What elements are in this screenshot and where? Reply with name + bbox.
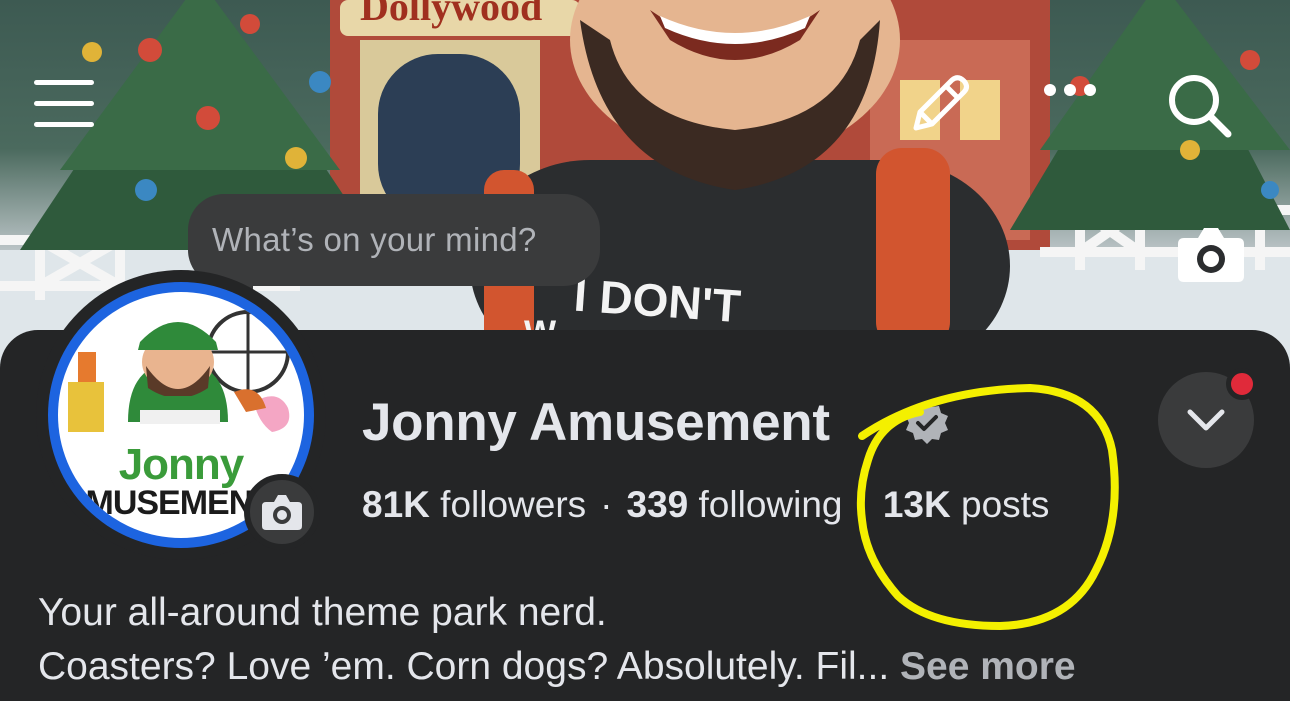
- stats-separator: ·: [600, 484, 613, 525]
- menu-button[interactable]: [32, 76, 100, 138]
- edit-profile-button[interactable]: [906, 72, 978, 144]
- following-stat[interactable]: 339 following: [627, 484, 843, 525]
- composer-placeholder: What’s on your mind?: [212, 221, 537, 258]
- profile-name: Jonny Amusement: [362, 393, 830, 452]
- cover-sign-text: Dollywood: [360, 0, 542, 29]
- following-count: 339: [626, 484, 689, 525]
- camera-icon: [1178, 228, 1244, 282]
- camera-icon: [262, 495, 302, 530]
- verified-badge-icon: [906, 402, 948, 444]
- hamburger-menu-icon: [34, 80, 94, 127]
- notification-dot: [1226, 368, 1258, 400]
- chevron-down-icon: [1187, 409, 1225, 431]
- followers-label: followers: [440, 484, 587, 525]
- edit-profile-picture-button[interactable]: [244, 474, 320, 550]
- ellipsis-icon: [1044, 84, 1096, 96]
- stats-separator: ·: [856, 484, 869, 525]
- posts-count: 13K: [882, 484, 951, 525]
- more-options-button[interactable]: [1040, 80, 1112, 136]
- profile-bio: Your all-around theme park nerd. Coaster…: [38, 586, 1076, 694]
- followers-count: 81K: [362, 484, 430, 525]
- search-button[interactable]: [1164, 70, 1244, 150]
- bio-line-1: Your all-around theme park nerd.: [38, 591, 607, 634]
- see-more-link[interactable]: See more: [900, 645, 1076, 688]
- bio-line-2: Coasters? Love ’em. Corn dogs? Absolutel…: [38, 645, 890, 688]
- profile-stats: 81K followers · 339 following · 13K posts: [362, 484, 1049, 526]
- search-icon: [1169, 75, 1232, 138]
- followers-stat[interactable]: 81K followers: [362, 484, 586, 525]
- status-composer[interactable]: What’s on your mind?: [188, 194, 600, 286]
- following-label: following: [698, 484, 843, 525]
- edit-cover-photo-button[interactable]: [1176, 224, 1250, 290]
- pencil-icon: [913, 75, 969, 131]
- posts-label: posts: [961, 484, 1050, 525]
- posts-stat[interactable]: 13K posts: [883, 484, 1050, 525]
